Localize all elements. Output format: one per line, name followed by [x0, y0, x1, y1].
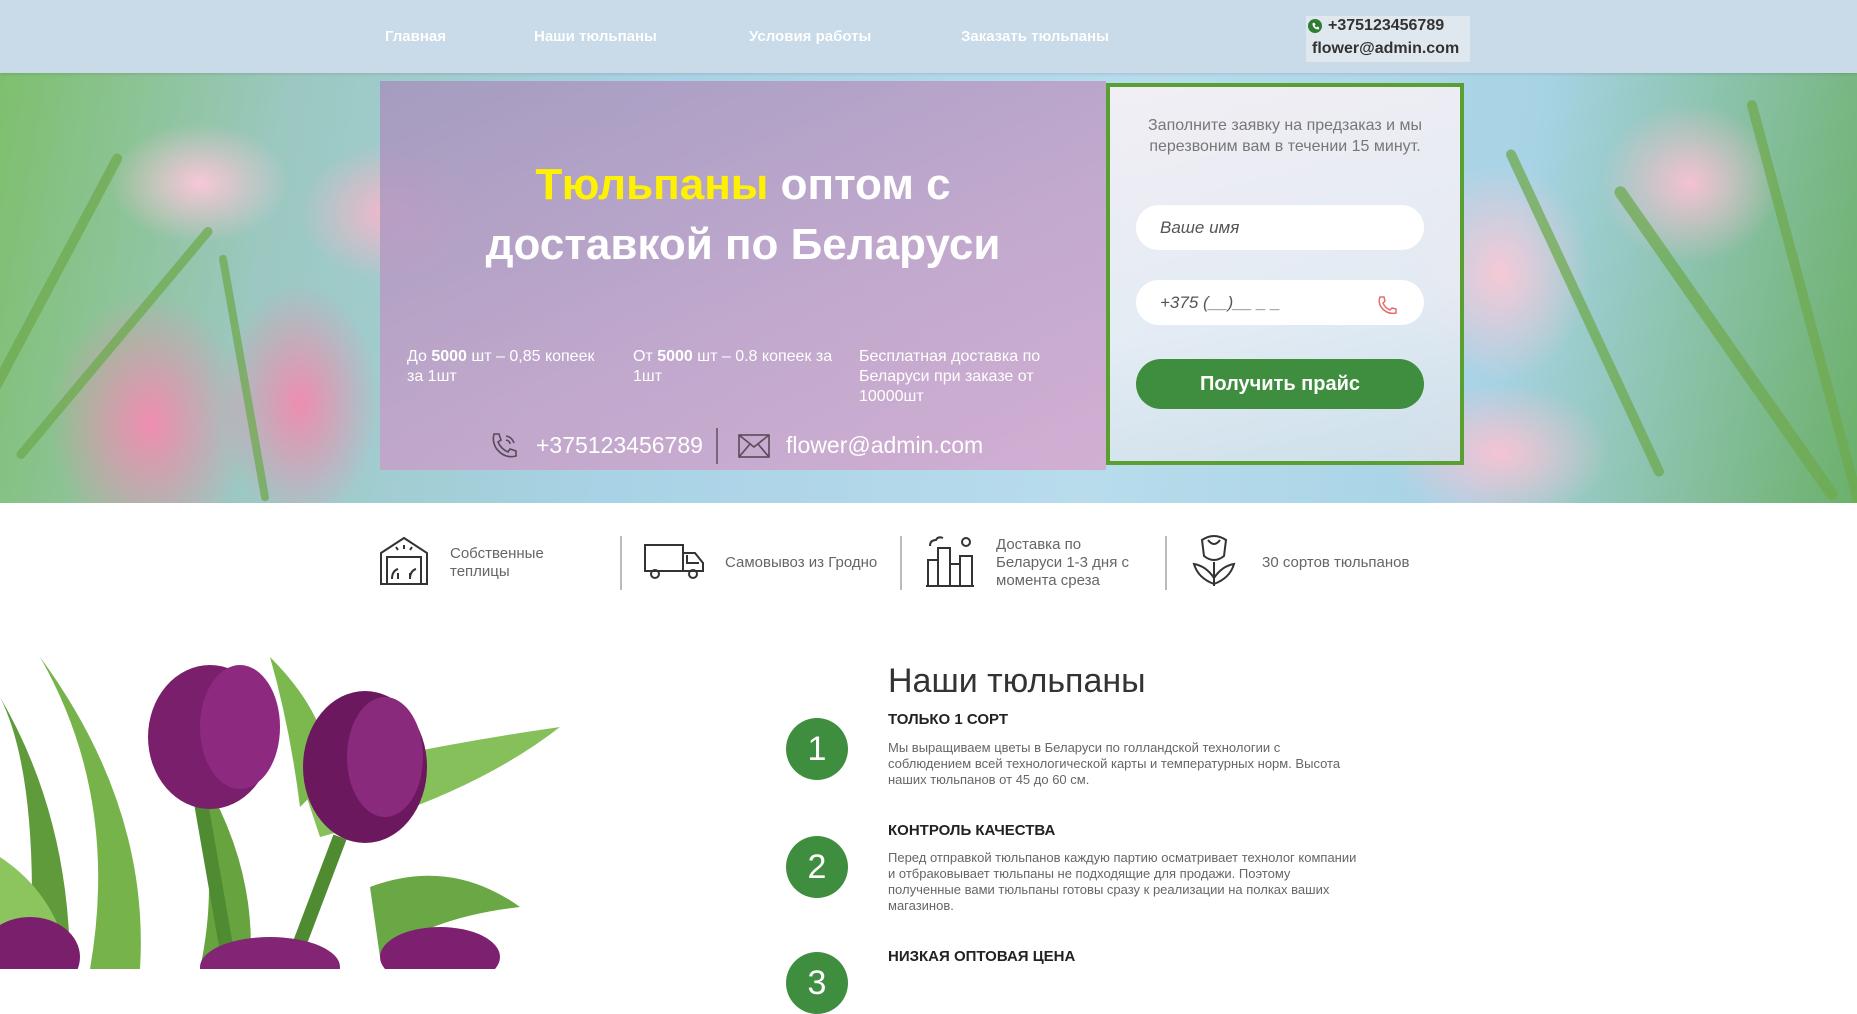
nav-link-home[interactable]: Главная — [385, 28, 446, 45]
feature-text: Бесплатная доставка по Беларуси при зака… — [859, 348, 1041, 405]
header-email[interactable]: flower@admin.com — [1312, 40, 1459, 58]
advantage-pickup: Самовывоз из Гродно — [643, 533, 893, 593]
advantage-label: Самовывоз из Гродно — [725, 554, 878, 571]
header-phone[interactable]: +375123456789 — [1308, 17, 1444, 35]
name-input[interactable] — [1136, 205, 1424, 250]
nav-link-order[interactable]: Заказать тюльпаны — [961, 28, 1109, 45]
step-description: Мы выращиваем цветы в Беларуси по голлан… — [888, 740, 1341, 787]
hero-contacts: +375123456789 flower@admin.com — [380, 426, 1106, 466]
form-description: Заполните заявку на предзаказ и мы перез… — [1148, 117, 1422, 155]
nav-link-our-tulips[interactable]: Наши тюльпаны — [534, 28, 657, 45]
advantage-label: Доставка по Беларуси 1-3 дня с момента с… — [996, 536, 1130, 589]
contacts-divider — [716, 428, 718, 464]
whatsapp-icon — [1308, 19, 1322, 33]
advantage-divider — [900, 536, 902, 590]
preorder-form: Заполните заявку на предзаказ и мы перез… — [1106, 83, 1464, 465]
decor-stem — [1504, 147, 1666, 479]
delivery-feature: Бесплатная доставка по Беларуси при зака… — [859, 347, 1074, 407]
feature-amount: 5000 — [431, 348, 467, 365]
feature-prefix: От — [633, 348, 658, 365]
advantage-varieties: 30 сортов тюльпанов — [1188, 533, 1458, 593]
top-navigation: Главная Наши тюльпаны Условия работы Зак… — [0, 0, 1857, 73]
step-description: Перед отправкой тюльпанов каждую партию … — [888, 850, 1357, 913]
hero-title: Тюльпаны оптом с доставкой по Беларуси — [380, 155, 1106, 275]
hero-banner: Тюльпаны оптом с доставкой по Беларуси Д… — [0, 73, 1857, 503]
hero-title-line2: доставкой по Беларуси — [485, 220, 1001, 269]
advantage-greenhouses: Собственные теплицы — [378, 533, 618, 593]
feature-prefix: До — [407, 348, 432, 365]
phone-icon — [1376, 295, 1398, 322]
nav-link-terms[interactable]: Условия работы — [749, 28, 871, 45]
advantage-label: 30 сортов тюльпанов — [1262, 554, 1410, 571]
advantage-delivery: Доставка по Беларуси 1-3 дня с момента с… — [924, 533, 1164, 593]
advantage-label: Собственные теплицы — [450, 545, 544, 580]
decor-stem — [14, 225, 215, 461]
phone-icon — [488, 430, 520, 467]
hero-title-highlight: Тюльпаны — [535, 160, 769, 209]
section-title: Наши тюльпаны — [888, 662, 1146, 701]
greenhouse-icon — [378, 535, 430, 592]
header-phone-number[interactable]: +375123456789 — [1328, 17, 1444, 35]
hero-phone[interactable]: +375123456789 — [536, 432, 703, 459]
city-icon — [924, 534, 976, 593]
purple-tulips-image — [0, 657, 565, 969]
decor-stem — [0, 151, 124, 475]
advantage-divider — [1165, 536, 1167, 590]
tulip-icon — [1188, 534, 1240, 593]
step-heading: КОНТРОЛЬ КАЧЕСТВА — [888, 822, 1056, 839]
step-number-badge: 3 — [786, 952, 848, 1014]
step-heading: ТОЛЬКО 1 СОРТ — [888, 711, 1008, 728]
step-number-badge: 1 — [786, 718, 848, 780]
get-price-button[interactable]: Получить прайс — [1136, 359, 1424, 409]
price-feature-2: От 5000 шт – 0.8 копеек за 1шт — [633, 347, 833, 387]
hero-title-part: оптом с — [768, 160, 951, 209]
hero-panel: Тюльпаны оптом с доставкой по Беларуси Д… — [380, 81, 1106, 470]
advantage-divider — [620, 536, 622, 590]
feature-amount: 5000 — [657, 348, 693, 365]
decor-stem — [218, 254, 270, 502]
price-feature-1: До 5000 шт – 0,85 копеек за 1шт — [407, 347, 607, 387]
mail-icon — [738, 434, 770, 463]
truck-icon — [643, 541, 705, 586]
step-number-badge: 2 — [786, 836, 848, 898]
step-heading: НИЗКАЯ ОПТОВАЯ ЦЕНА — [888, 948, 1076, 965]
hero-email[interactable]: flower@admin.com — [786, 432, 983, 459]
